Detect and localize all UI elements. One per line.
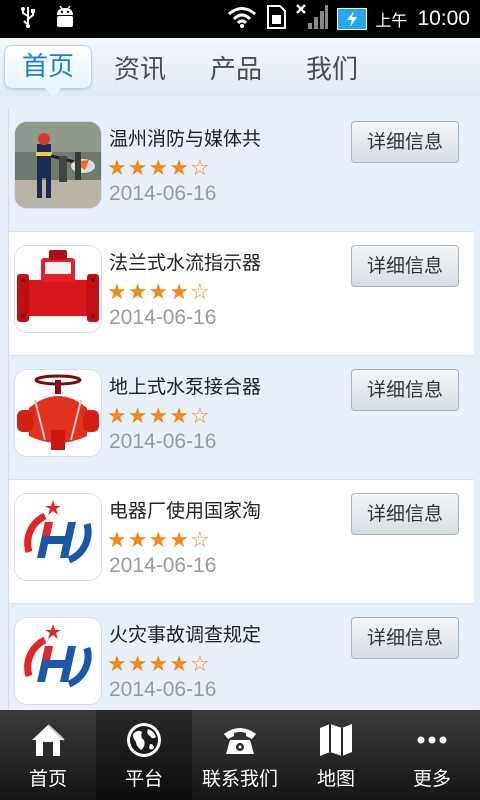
rating-stars: ★ ★ ★ ★ ☆ — [107, 158, 210, 180]
wifi-icon — [227, 5, 257, 33]
status-bar: 上午 10:00 — [0, 0, 480, 38]
star-filled-icon: ★ — [107, 652, 127, 677]
star-filled-icon: ★ — [127, 404, 148, 429]
nav-label: 首页 — [28, 768, 67, 790]
nav-label: 地图 — [316, 768, 355, 790]
rating-stars: ★ ★ ★ ★ ☆ — [107, 406, 210, 428]
nav-platform[interactable]: 平台 — [96, 710, 192, 800]
star-filled-icon: ★ — [127, 528, 148, 553]
details-button[interactable]: 详细信息 — [351, 493, 459, 535]
star-filled-icon: ★ — [148, 280, 169, 305]
details-button[interactable]: 详细信息 — [351, 245, 459, 287]
rating-stars: ★ ★ ★ ★ ☆ — [107, 282, 210, 304]
map-icon — [316, 710, 356, 764]
nav-label: 更多 — [412, 768, 451, 790]
details-button[interactable]: 详细信息 — [351, 121, 459, 163]
item-date: 2014-06-16 — [109, 430, 217, 453]
company-logo-thumbnail — [15, 618, 101, 704]
item-title: 电器厂使用国家淘 — [109, 500, 262, 522]
list-item[interactable]: 温州消防与媒体共 ★ ★ ★ ★ ☆ 2014-06-16 详细信息 — [9, 108, 474, 232]
bottom-navigation: 首页 平台 联系我们 地图 更多 — [0, 710, 480, 800]
rating-stars: ★ ★ ★ ★ ☆ — [107, 530, 210, 552]
home-icon — [28, 710, 68, 764]
star-filled-icon: ★ — [127, 156, 148, 181]
tab-products[interactable]: 产品 — [188, 49, 284, 86]
item-date: 2014-06-16 — [109, 678, 217, 701]
item-title: 法兰式水流指示器 — [109, 252, 262, 274]
nav-label: 平台 — [124, 768, 163, 790]
list-item[interactable]: 法兰式水流指示器 ★ ★ ★ ★ ☆ 2014-06-16 详细信息 — [9, 232, 474, 356]
nav-map[interactable]: 地图 — [288, 710, 384, 800]
status-ampm: 上午 — [375, 11, 408, 30]
android-debug-icon — [52, 4, 78, 34]
more-icon — [412, 710, 452, 764]
tab-about-us[interactable]: 我们 — [284, 49, 380, 86]
flange-valve-thumbnail — [15, 246, 101, 332]
nav-label: 联系我们 — [201, 768, 278, 790]
star-filled-icon: ★ — [148, 404, 169, 429]
hydrant-connector-thumbnail — [15, 370, 101, 456]
star-filled-icon: ★ — [148, 652, 169, 677]
star-filled-icon: ★ — [127, 280, 148, 305]
star-filled-icon: ★ — [107, 280, 127, 305]
list-item[interactable]: 地上式水泵接合器 ★ ★ ★ ★ ☆ 2014-06-16 详细信息 — [9, 356, 474, 480]
details-button[interactable]: 详细信息 — [351, 369, 459, 411]
item-date: 2014-06-16 — [109, 306, 217, 329]
item-title: 火灾事故调查规定 — [109, 624, 262, 646]
star-filled-icon: ★ — [107, 156, 127, 181]
star-filled-icon: ★ — [107, 404, 127, 429]
company-logo-thumbnail — [15, 494, 101, 580]
star-empty-icon: ☆ — [189, 404, 210, 429]
details-button[interactable]: 详细信息 — [351, 617, 459, 659]
star-filled-icon: ★ — [107, 528, 127, 553]
star-filled-icon: ★ — [169, 280, 189, 305]
star-filled-icon: ★ — [148, 156, 169, 181]
nav-more[interactable]: 更多 — [384, 710, 480, 800]
status-time: 10:00 — [417, 7, 470, 30]
phone-icon — [220, 710, 260, 764]
battery-charging-icon — [337, 8, 368, 30]
nav-home[interactable]: 首页 — [0, 710, 96, 800]
firefighter-photo-thumbnail — [15, 122, 101, 208]
list-item[interactable]: 电器厂使用国家淘 ★ ★ ★ ★ ☆ 2014-06-16 详细信息 — [9, 480, 474, 604]
list-item[interactable]: 火灾事故调查规定 ★ ★ ★ ★ ☆ 2014-06-16 详细信息 — [9, 604, 474, 710]
top-tab-bar: 首页 资讯 产品 我们 — [0, 38, 480, 97]
star-empty-icon: ☆ — [189, 280, 210, 305]
sim-card-icon — [265, 4, 287, 34]
usb-icon — [18, 5, 38, 33]
tab-news[interactable]: 资讯 — [92, 49, 188, 86]
news-list: 温州消防与媒体共 ★ ★ ★ ★ ☆ 2014-06-16 详细信息 法兰式水流指示器 … — [8, 108, 474, 710]
globe-icon — [124, 710, 164, 764]
star-empty-icon: ☆ — [189, 652, 210, 677]
item-date: 2014-06-16 — [109, 554, 217, 577]
rating-stars: ★ ★ ★ ★ ☆ — [107, 654, 210, 676]
star-filled-icon: ★ — [169, 652, 189, 677]
star-filled-icon: ★ — [169, 404, 189, 429]
star-filled-icon: ★ — [148, 528, 169, 553]
tab-home[interactable]: 首页 — [4, 45, 92, 97]
star-filled-icon: ★ — [169, 528, 189, 553]
nav-contact-us[interactable]: 联系我们 — [192, 710, 288, 800]
no-signal-icon — [295, 3, 329, 35]
item-title: 温州消防与媒体共 — [109, 128, 262, 150]
item-title: 地上式水泵接合器 — [109, 376, 262, 398]
star-empty-icon: ☆ — [189, 528, 210, 553]
item-date: 2014-06-16 — [109, 182, 217, 205]
star-empty-icon: ☆ — [189, 156, 210, 181]
star-filled-icon: ★ — [127, 652, 148, 677]
star-filled-icon: ★ — [169, 156, 189, 181]
